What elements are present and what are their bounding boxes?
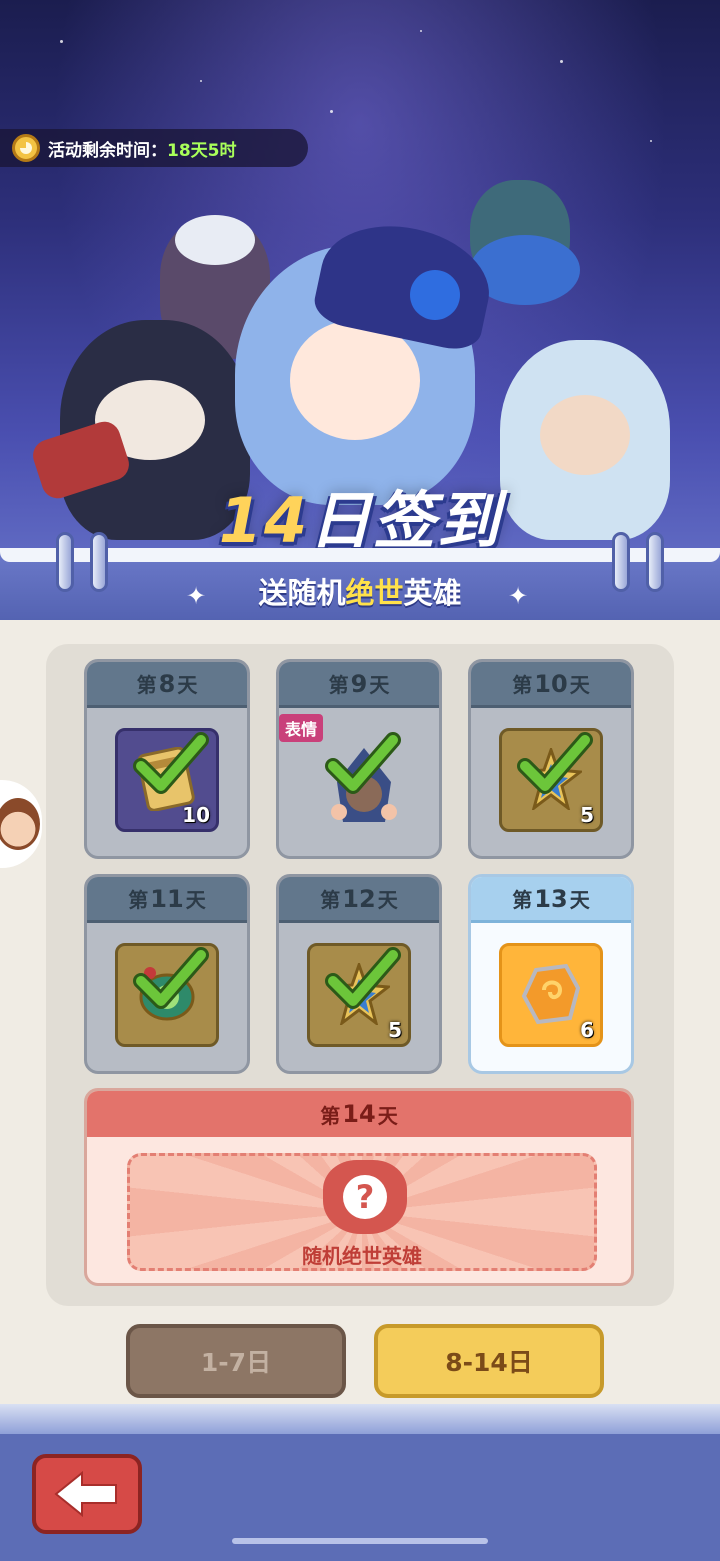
day-number: 9 [350, 669, 368, 698]
day-card-header: 第 14 天 [87, 1091, 631, 1137]
day-suffix: 天 [177, 673, 198, 697]
day-suffix: 天 [569, 673, 590, 697]
grand-reward-box: ? 随机绝世英雄 [127, 1153, 597, 1271]
pillar-decoration [612, 532, 630, 592]
day-number: 12 [342, 884, 376, 913]
active-tab-pointer [477, 1312, 501, 1324]
day-card-12[interactable]: 第 12 天 5 [276, 874, 442, 1074]
reward-quantity: 10 [182, 803, 210, 827]
day-prefix: 第 [128, 888, 149, 912]
day-card-14[interactable]: 第 14 天 ? 随机绝世英雄 [84, 1088, 634, 1286]
fire-stone-icon [520, 962, 582, 1026]
claimed-check-icon [325, 732, 401, 794]
timer-label: 活动剩余时间： [48, 140, 167, 161]
day-suffix: 天 [377, 1103, 398, 1128]
claimed-check-icon [133, 947, 209, 1009]
day-prefix: 第 [320, 888, 341, 912]
reward-quantity: 5 [388, 1018, 402, 1042]
claimed-check-icon [517, 732, 593, 794]
day-suffix: 天 [185, 888, 206, 912]
day-suffix: 天 [569, 888, 590, 912]
day-card-13[interactable]: 第 13 天 6 [468, 874, 634, 1074]
hero-rose [410, 270, 460, 320]
pillar-decoration [646, 532, 664, 592]
clock-icon [12, 134, 40, 162]
day-prefix: 第 [512, 888, 533, 912]
pillar-decoration [56, 532, 74, 592]
day-prefix: 第 [136, 673, 157, 697]
day-card-header: 第 12 天 [279, 877, 439, 923]
day-number: 14 [342, 1100, 376, 1128]
tab-days-1-7[interactable]: 1-7日 [126, 1324, 346, 1398]
reward-item: 6 [499, 943, 603, 1047]
reward-quantity: 5 [580, 803, 594, 827]
day-card-9[interactable]: 第9天 表情 [276, 659, 442, 859]
claimed-check-icon [133, 732, 209, 794]
day-number: 8 [158, 669, 176, 698]
day-card-header: 第 13 天 [471, 877, 631, 923]
claimed-check-icon [325, 947, 401, 1009]
hero-knight-face [540, 395, 630, 475]
timer-value: 18天5时 [167, 140, 237, 161]
day-number: 11 [150, 884, 184, 913]
day-card-header: 第9天 [279, 662, 439, 708]
event-timer: 活动剩余时间： 18天5时 [0, 129, 308, 167]
subtitle-highlight: 绝世 [345, 576, 404, 610]
day-prefix: 第 [328, 673, 349, 697]
day-card-header: 第 10 天 [471, 662, 631, 708]
day-card-header: 第8天 [87, 662, 247, 708]
emote-tag: 表情 [279, 714, 324, 742]
day-card-10[interactable]: 第 10 天 5 [468, 659, 634, 859]
day-suffix: 天 [369, 673, 390, 697]
day-prefix: 第 [512, 673, 533, 697]
day-prefix: 第 [320, 1103, 341, 1128]
subtitle-pre: 送随机 [258, 576, 346, 610]
back-button[interactable] [32, 1454, 142, 1534]
question-mark-icon: ? [343, 1175, 387, 1219]
pillar-decoration [90, 532, 108, 592]
hero-warrior-hair [175, 215, 255, 265]
subtitle-post: 英雄 [403, 576, 462, 610]
arrow-left-icon [54, 1470, 117, 1518]
sparkle-icon: ✦ [508, 582, 529, 610]
tab-days-8-14[interactable]: 8-14日 [374, 1324, 604, 1398]
banner-title-number: 14 [218, 484, 310, 557]
panel-bottom-edge [0, 1404, 720, 1434]
home-indicator [232, 1538, 488, 1544]
event-banner: 14日签到 [0, 0, 720, 620]
day-card-11[interactable]: 第 11 天 [84, 874, 250, 1074]
day-card-8[interactable]: 第8天 10 [84, 659, 250, 859]
day-number: 13 [534, 884, 568, 913]
day-suffix: 天 [377, 888, 398, 912]
reward-quantity: 6 [580, 1018, 594, 1042]
day-card-header: 第 11 天 [87, 877, 247, 923]
grand-reward-label: 随机绝世英雄 [302, 1244, 422, 1268]
hero-avatar-icon [0, 798, 40, 850]
mystery-hero-icon: ? [323, 1160, 407, 1234]
banner-title-text: 日签到 [309, 484, 502, 557]
day-number: 10 [534, 669, 568, 698]
